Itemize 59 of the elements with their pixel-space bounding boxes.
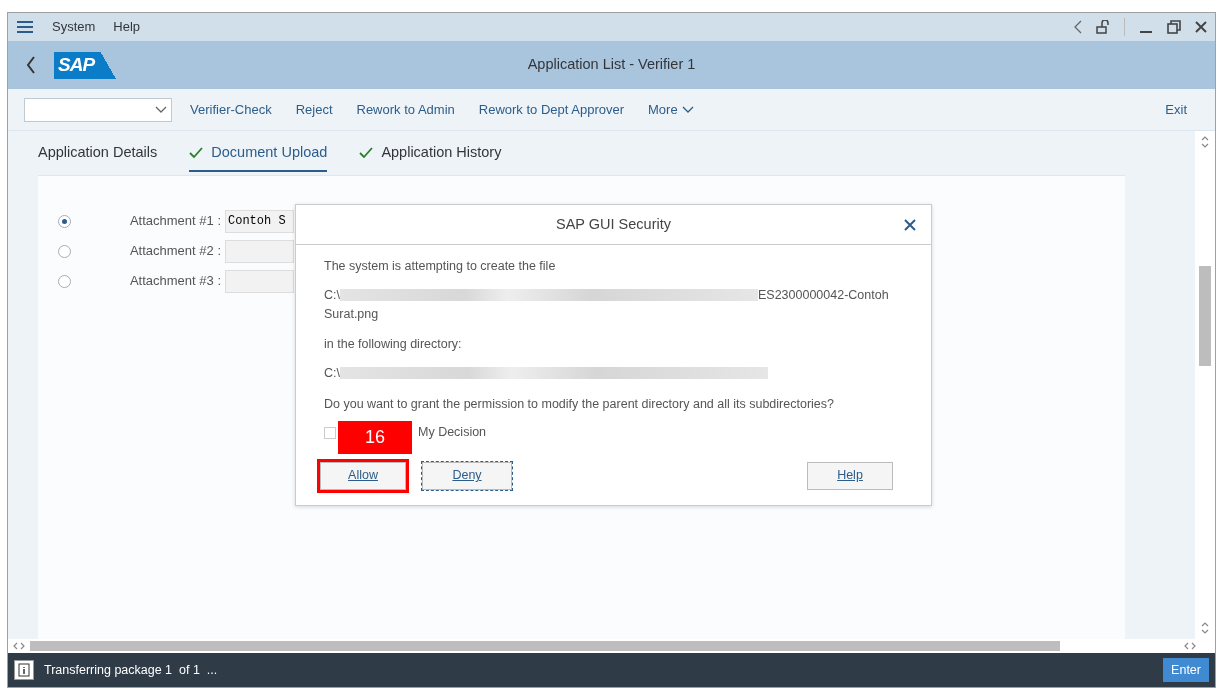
radio-button[interactable] bbox=[58, 274, 71, 288]
dialog-text: in the following directory: bbox=[324, 336, 463, 354]
scrollbar-thumb[interactable] bbox=[30, 641, 1060, 651]
radio-button[interactable] bbox=[58, 214, 71, 228]
input-field[interactable] bbox=[225, 239, 294, 263]
checkmark-icon bbox=[189, 147, 204, 159]
dropdown-field[interactable] bbox=[24, 97, 172, 122]
help-button[interactable]: Help bbox=[807, 461, 893, 490]
dialog-text: The system is attempting to create the file bbox=[324, 258, 557, 275]
radio-button[interactable] bbox=[58, 244, 71, 258]
toolbar-button[interactable]: Rework to Admin bbox=[344, 95, 467, 124]
unlock-icon[interactable] bbox=[1096, 20, 1110, 34]
allow-button[interactable]: Allow bbox=[320, 461, 406, 490]
annotation-badge: 16 bbox=[338, 421, 412, 454]
scrollbar-thumb[interactable] bbox=[1199, 266, 1211, 366]
tab[interactable]: Application Details bbox=[38, 134, 158, 172]
path-text: C:\ bbox=[324, 365, 340, 382]
back-icon[interactable] bbox=[26, 56, 36, 74]
info-icon[interactable] bbox=[14, 660, 34, 680]
scroll-arrows-icon[interactable] bbox=[1201, 135, 1209, 149]
path-text: Surat.png bbox=[324, 305, 380, 323]
checkbox-label: My Decision bbox=[418, 424, 487, 442]
checkmark-icon bbox=[359, 147, 374, 159]
menu-item[interactable]: Help bbox=[113, 17, 141, 37]
status-message: Transferring package 1 of 1 ... bbox=[44, 661, 218, 679]
deny-button[interactable]: Deny bbox=[422, 461, 512, 490]
logo: SAP bbox=[54, 51, 116, 79]
enter-button[interactable]: Enter bbox=[1163, 658, 1209, 682]
close-icon[interactable] bbox=[1195, 21, 1207, 33]
field-label: Attachment #2 : bbox=[128, 242, 221, 261]
tab[interactable]: Document Upload bbox=[189, 134, 328, 172]
chevron-down-icon bbox=[155, 105, 167, 114]
back-icon[interactable] bbox=[1074, 20, 1082, 34]
toolbar-button[interactable]: More bbox=[636, 95, 706, 124]
exit-button[interactable]: Exit bbox=[1153, 95, 1199, 124]
horizontal-scrollbar[interactable] bbox=[8, 639, 1215, 653]
field-label: Attachment #3 : bbox=[128, 272, 221, 291]
path-text: C:\ bbox=[324, 286, 340, 304]
toolbar-button[interactable]: Rework to Dept Approver bbox=[466, 95, 636, 124]
dialog-title: SAP GUI Security bbox=[556, 214, 671, 234]
checkbox[interactable] bbox=[324, 426, 336, 439]
chevron-down-icon bbox=[681, 106, 694, 115]
vertical-scrollbar[interactable] bbox=[1195, 131, 1215, 639]
restore-icon[interactable] bbox=[1167, 20, 1181, 34]
scroll-arrows-icon[interactable] bbox=[1183, 642, 1197, 650]
dialog-text: Do you want to grant the permission to modify the parent directory and all its subdirectories? bbox=[324, 395, 835, 413]
toolbar-button[interactable]: Verifier-Check bbox=[178, 95, 284, 124]
field-label: Attachment #1 : bbox=[128, 212, 221, 231]
close-icon[interactable] bbox=[904, 219, 916, 231]
scroll-arrows-icon[interactable] bbox=[12, 642, 26, 650]
tab[interactable]: Application History bbox=[359, 134, 502, 172]
menu-icon[interactable] bbox=[16, 20, 34, 34]
scroll-arrows-icon[interactable] bbox=[1201, 621, 1209, 635]
window-title: Application List - Verifier 1 bbox=[527, 55, 696, 75]
path-text: ES2300000042-Contoh bbox=[758, 286, 889, 304]
toolbar-button[interactable]: Reject bbox=[283, 95, 345, 124]
input-field[interactable]: Contoh S bbox=[225, 209, 294, 233]
input-field[interactable] bbox=[225, 269, 294, 293]
menu-item[interactable]: System bbox=[52, 17, 96, 37]
